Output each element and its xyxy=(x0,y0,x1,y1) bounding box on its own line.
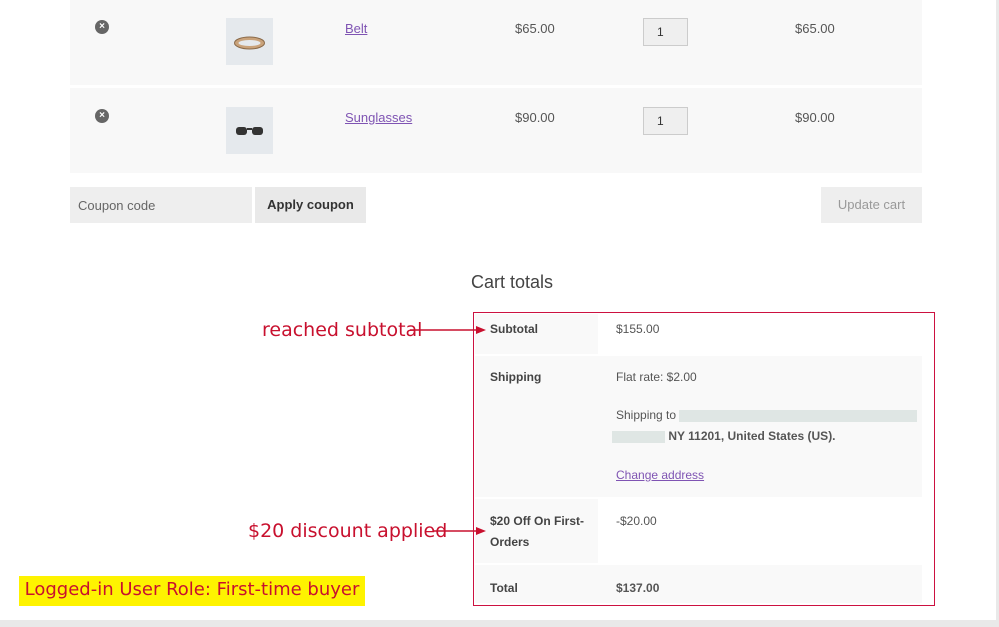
subtotal-value: $155.00 xyxy=(616,322,660,336)
product-link-sunglasses[interactable]: Sunglasses xyxy=(345,110,412,125)
redacted-address xyxy=(679,409,918,422)
product-link-belt[interactable]: Belt xyxy=(345,21,367,36)
redacted-address xyxy=(612,430,665,443)
cart-row-sunglasses: × Sunglasses $90.00 1 $90.00 xyxy=(70,88,922,173)
line-subtotal: $90.00 xyxy=(795,110,835,125)
shipping-to-label: Shipping to xyxy=(616,408,677,422)
sunglasses-thumbnail[interactable] xyxy=(226,107,273,154)
discount-label: $20 Off On First-Orders xyxy=(490,514,585,549)
remove-item-icon[interactable]: × xyxy=(95,20,109,34)
subtotal-label: Subtotal xyxy=(490,322,538,336)
quantity-input[interactable]: 1 xyxy=(643,18,688,46)
line-subtotal: $65.00 xyxy=(795,21,835,36)
shipping-destination: Shipping to xyxy=(616,405,924,426)
total-value: $137.00 xyxy=(616,581,660,595)
shipping-destination-line2: NY 11201, United States (US). xyxy=(612,426,836,447)
belt-thumbnail[interactable] xyxy=(226,18,273,65)
apply-coupon-button[interactable]: Apply coupon xyxy=(255,187,366,223)
annotation-subtotal: reached subtotal xyxy=(262,319,423,341)
product-price: $90.00 xyxy=(515,110,555,125)
cart-page: × Belt $65.00 1 $65.00 × Sunglasses $90.… xyxy=(0,0,996,620)
total-label: Total xyxy=(490,581,518,595)
cart-row-belt: × Belt $65.00 1 $65.00 xyxy=(70,0,922,85)
arrow-icon xyxy=(434,527,486,535)
quantity-input[interactable]: 1 xyxy=(643,107,688,135)
update-cart-button[interactable]: Update cart xyxy=(821,187,922,223)
change-address-link[interactable]: Change address xyxy=(616,465,704,486)
remove-item-icon[interactable]: × xyxy=(95,109,109,123)
coupon-code-input[interactable]: Coupon code xyxy=(70,187,252,223)
product-price: $65.00 xyxy=(515,21,555,36)
discount-value: -$20.00 xyxy=(616,514,657,528)
shipping-label: Shipping xyxy=(490,370,542,384)
cart-totals-table: Subtotal $155.00 Shipping Flat rate: $2.… xyxy=(473,312,935,606)
shipping-address-visible: NY 11201, United States (US). xyxy=(668,429,836,443)
sunglasses-icon xyxy=(236,127,263,135)
annotation-discount: $20 discount applied xyxy=(248,520,448,542)
total-row-bg xyxy=(475,565,922,603)
arrow-icon xyxy=(410,326,486,334)
cart-totals-heading: Cart totals xyxy=(471,272,554,292)
user-role-badge: Logged-in User Role: First-time buyer xyxy=(19,576,365,606)
shipping-rate: Flat rate: $2.00 xyxy=(616,370,697,384)
belt-icon xyxy=(234,36,265,50)
